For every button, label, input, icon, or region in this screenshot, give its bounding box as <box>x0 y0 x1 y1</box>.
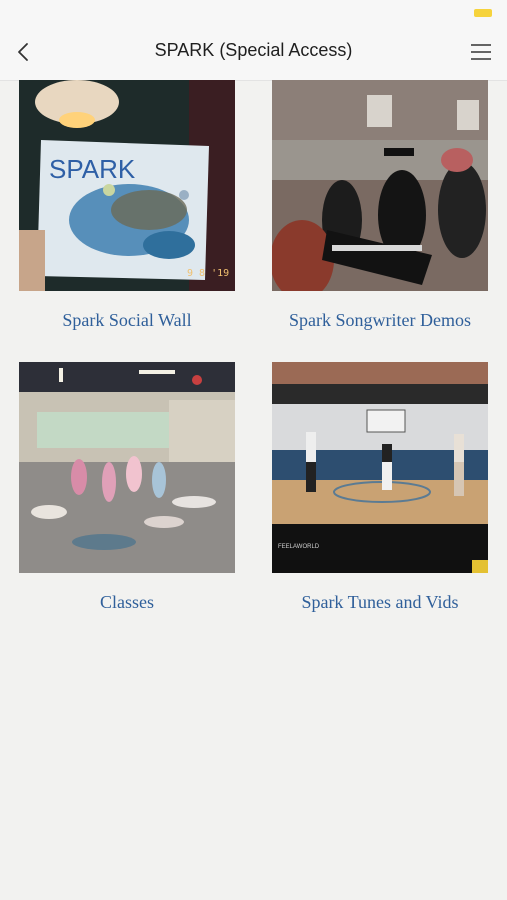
image-handwritten-text: SPARK <box>49 154 136 184</box>
app-header: SPARK (Special Access) <box>0 28 507 81</box>
tile-label[interactable]: Spark Tunes and Vids <box>254 592 506 613</box>
image-caption: FEELAWORLD <box>278 544 320 550</box>
tile-label[interactable]: Spark Songwriter Demos <box>254 310 506 331</box>
tile-spark-tunes-and-vids[interactable]: FEELAWORLD Spark Tunes and Vids <box>272 362 488 612</box>
tile-spark-social-wall[interactable]: SPARK 9 8 '19 Spark Social Wall <box>19 80 235 330</box>
tile-classes[interactable]: Classes <box>19 362 235 612</box>
battery-icon <box>474 9 492 17</box>
tile-image: SPARK 9 8 '19 <box>19 80 235 291</box>
tile-spark-songwriter-demos[interactable]: Spark Songwriter Demos <box>272 80 488 330</box>
tile-label[interactable]: Classes <box>1 592 253 613</box>
status-bar <box>0 0 507 28</box>
tile-image: FEELAWORLD <box>272 362 488 573</box>
tile-image <box>272 80 488 291</box>
page-title: SPARK (Special Access) <box>154 40 353 60</box>
tile-label[interactable]: Spark Social Wall <box>1 310 253 331</box>
tile-image <box>19 362 235 573</box>
hamburger-menu-icon[interactable] <box>467 38 495 66</box>
image-date-stamp: 9 8 '19 <box>187 268 229 279</box>
